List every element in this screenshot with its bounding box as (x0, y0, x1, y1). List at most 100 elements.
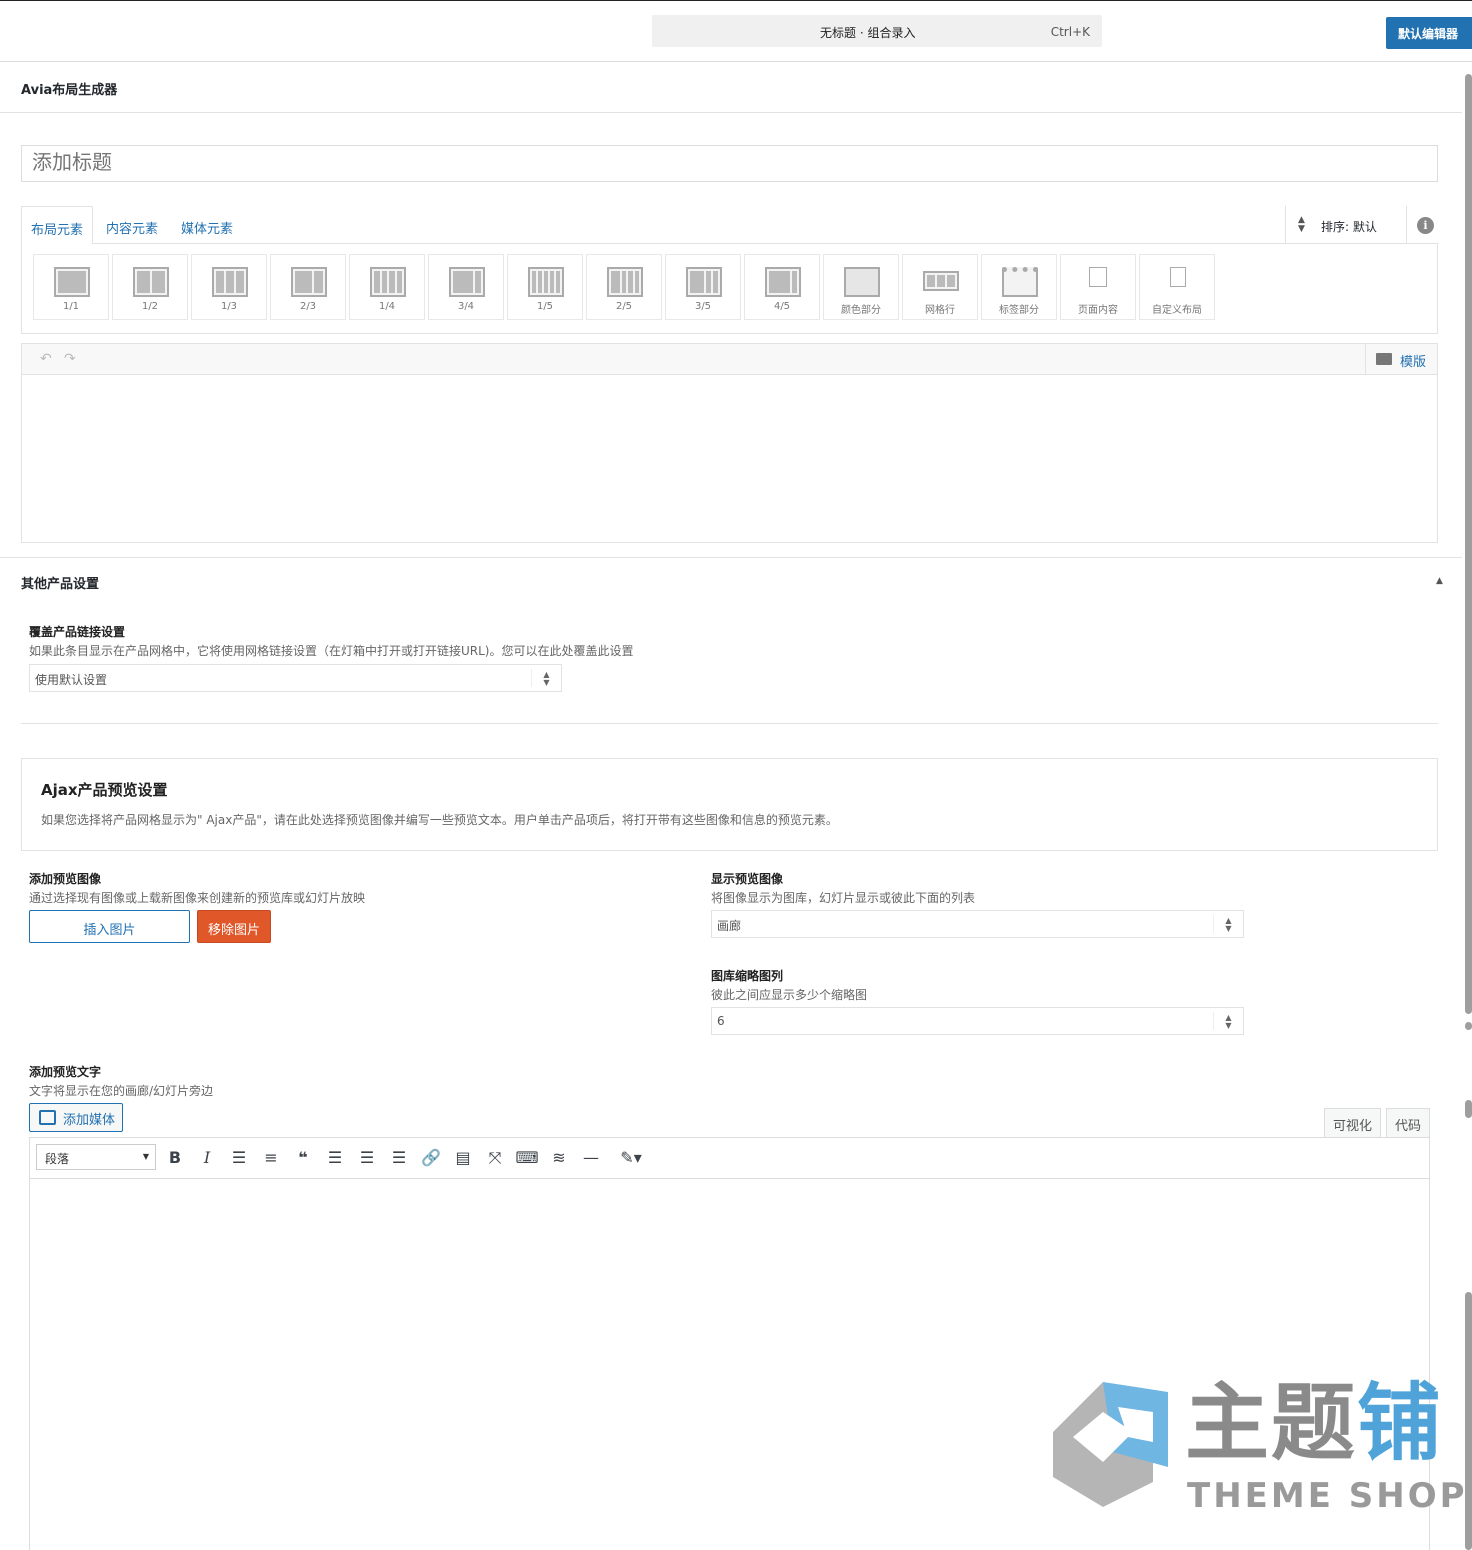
element-label: 1/2 (141, 301, 159, 312)
element-label: 1/5 (536, 301, 554, 312)
thumb-columns-value: 6 (717, 1014, 725, 1028)
numbered-list-icon[interactable]: ≡ (259, 1146, 283, 1170)
chevron-down-icon: ▼ (142, 1152, 149, 1161)
tab-section-icon (1002, 267, 1038, 297)
tab-content-elements[interactable]: 内容元素 (106, 206, 158, 244)
layers-icon[interactable]: ≋ (547, 1146, 571, 1170)
ajax-preview-title: Ajax产品预览设置 (41, 781, 168, 799)
add-preview-image-title: 添加预览图像 (29, 872, 102, 886)
layout-builder-header: Avia布局生成器 (0, 62, 1462, 113)
template-box-icon (1376, 353, 1392, 365)
format-select[interactable]: 段落 ▼ (36, 1144, 156, 1170)
element-3-4[interactable]: 3/4 (428, 254, 504, 320)
column-2-3-icon (291, 267, 327, 297)
add-media-button[interactable]: 添加媒体 (29, 1103, 123, 1132)
scrollbar-segment (1465, 1100, 1472, 1118)
command-shortcut: Ctrl+K (1050, 25, 1090, 39)
blockquote-icon[interactable]: ❝ (291, 1146, 315, 1170)
element-tabs: 布局元素 内容元素 媒体元素 (21, 206, 1438, 245)
preview-text-title: 添加预览文字 (29, 1065, 102, 1079)
watermark-cn: 主题铺 (1185, 1378, 1443, 1468)
element-2-5[interactable]: 2/5 (586, 254, 662, 320)
italic-icon[interactable]: I (195, 1146, 219, 1170)
display-preview-value: 画廊 (717, 919, 742, 933)
builder-canvas-toolbar: ↶ ↷ 模版 (21, 343, 1438, 375)
top-toolbar: 无标题 · 组合录入 Ctrl+K 默认编辑器 (0, 0, 1472, 62)
column-4-5-icon (765, 267, 801, 297)
element-label: 1/4 (378, 301, 396, 312)
element-label: 2/5 (615, 301, 633, 312)
undo-icon[interactable]: ↶ (40, 351, 52, 367)
element-4-5[interactable]: 4/5 (744, 254, 820, 320)
thumb-columns-select[interactable]: 6 ▲ ▼ (711, 1007, 1244, 1035)
default-editor-button[interactable]: 默认编辑器 (1386, 17, 1472, 49)
tab-code[interactable]: 代码 (1386, 1108, 1430, 1137)
element-grid-row[interactable]: 网格行 (902, 254, 978, 320)
scrollbar-thumb[interactable] (1465, 74, 1472, 1014)
element-page-content[interactable]: 页面内容 (1060, 254, 1136, 320)
element-label: 颜色部分 (841, 305, 881, 316)
insert-image-button[interactable]: 插入图片 (29, 910, 190, 943)
element-label: 3/4 (457, 301, 475, 312)
horizontal-rule-icon[interactable]: — (579, 1146, 603, 1170)
command-palette-button[interactable]: 无标题 · 组合录入 Ctrl+K (652, 15, 1102, 47)
element-1-3[interactable]: 1/3 (191, 254, 267, 320)
select-arrows-icon: ▲ ▼ (1213, 915, 1243, 933)
watermark-en: THEME SHOP (1187, 1476, 1468, 1516)
align-left-icon[interactable]: ☰ (323, 1146, 347, 1170)
command-title: 无标题 · 组合录入 (820, 26, 916, 40)
element-1-5[interactable]: 1/5 (507, 254, 583, 320)
element-1-2[interactable]: 1/2 (112, 254, 188, 320)
read-more-icon[interactable]: ▤ (451, 1146, 475, 1170)
element-1-4[interactable]: 1/4 (349, 254, 425, 320)
magic-wand-icon[interactable]: ✎▾ (611, 1146, 651, 1170)
watermark: 主题铺 THEME SHOP (1043, 1372, 1465, 1522)
preview-text-desc: 文字将显示在您的画廊/幻灯片旁边 (29, 1084, 214, 1098)
element-label: 2/3 (299, 301, 317, 312)
element-label: 1/1 (62, 301, 80, 312)
column-1-5-icon (528, 267, 564, 297)
element-custom-layout[interactable]: 自定义布局 (1139, 254, 1215, 320)
scrollbar-segment (1465, 1022, 1472, 1030)
tab-layout-elements[interactable]: 布局元素 (21, 206, 94, 245)
column-3-5-icon (686, 267, 722, 297)
info-icon[interactable]: i (1417, 217, 1434, 234)
theme-shop-logo-icon (1053, 1382, 1168, 1507)
keyboard-icon[interactable]: ⌨ (515, 1146, 539, 1170)
page-scrollbar[interactable] (1462, 62, 1472, 1550)
link-icon[interactable]: 🔗 (419, 1146, 443, 1170)
select-arrows-icon: ▲ ▼ (531, 669, 561, 687)
element-1-1[interactable]: 1/1 (33, 254, 109, 320)
collapse-toggle-icon[interactable]: ▲ (1436, 576, 1443, 586)
bullet-list-icon[interactable]: ☰ (227, 1146, 251, 1170)
element-label: 4/5 (773, 301, 791, 312)
column-3-4-icon (449, 267, 485, 297)
builder-canvas[interactable] (21, 375, 1438, 543)
sort-select[interactable]: ▲ ▼ 排序: 默认 (1285, 206, 1407, 244)
column-1-1-icon (54, 267, 90, 297)
column-1-3-icon (212, 267, 248, 297)
tab-visual[interactable]: 可视化 (1324, 1108, 1381, 1137)
fullscreen-icon[interactable]: ⤧ (483, 1146, 507, 1170)
grid-row-icon (923, 271, 959, 291)
display-preview-image-desc: 将图像显示为图库，幻灯片显示或彼此下面的列表 (711, 891, 976, 905)
element-tab-section[interactable]: 标签部分 (981, 254, 1057, 320)
element-label: 1/3 (220, 301, 238, 312)
sort-arrows-icon: ▲ ▼ (1298, 215, 1305, 234)
bold-icon[interactable]: B (163, 1146, 187, 1170)
post-title-input[interactable] (21, 145, 1438, 182)
link-override-value: 使用默认设置 (35, 673, 108, 687)
element-3-5[interactable]: 3/5 (665, 254, 741, 320)
redo-icon[interactable]: ↷ (64, 351, 76, 367)
link-override-select[interactable]: 使用默认设置 ▲ ▼ (29, 664, 562, 692)
thumb-columns-title: 图库缩略图列 (711, 969, 784, 983)
element-2-3[interactable]: 2/3 (270, 254, 346, 320)
remove-image-button[interactable]: 移除图片 (197, 910, 271, 943)
column-1-4-icon (370, 267, 406, 297)
align-center-icon[interactable]: ☰ (355, 1146, 379, 1170)
align-right-icon[interactable]: ☰ (387, 1146, 411, 1170)
element-color-section[interactable]: 颜色部分 (823, 254, 899, 320)
display-preview-select[interactable]: 画廊 ▲ ▼ (711, 910, 1244, 938)
tab-media-elements[interactable]: 媒体元素 (181, 206, 233, 244)
template-button[interactable]: 模版 (1365, 344, 1437, 374)
